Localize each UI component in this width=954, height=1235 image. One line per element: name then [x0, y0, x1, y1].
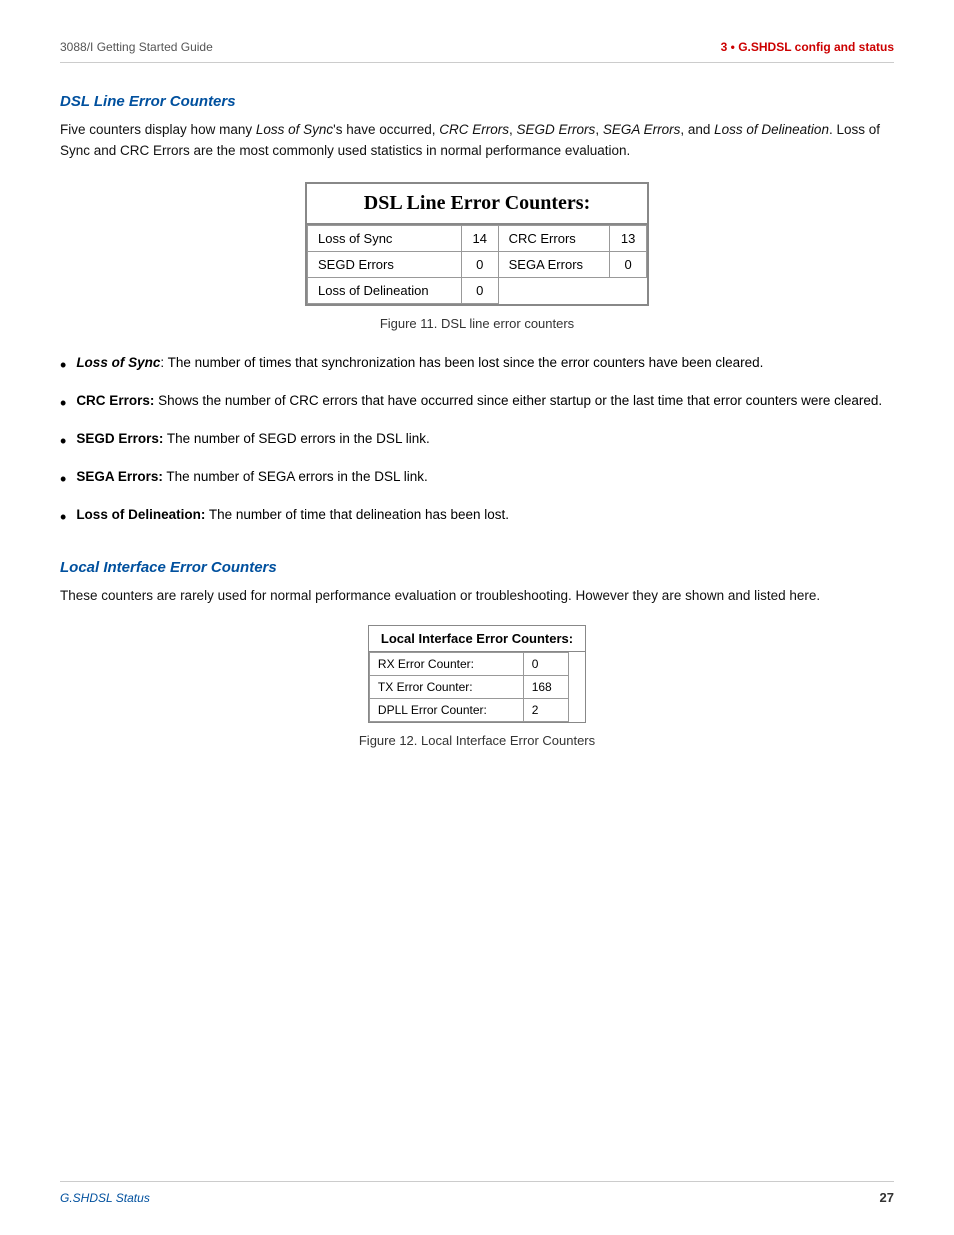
- dsl-cell-crc-errors-value: 13: [610, 225, 647, 251]
- local-cell-rx-label: RX Error Counter:: [369, 652, 523, 675]
- dsl-cell-segd-errors-value: 0: [461, 251, 498, 277]
- dsl-section-heading: DSL Line Error Counters: [60, 93, 894, 110]
- table-row: SEGD Errors 0 SEGA Errors 0: [308, 251, 647, 277]
- dsl-cell-sega-errors-value: 0: [610, 251, 647, 277]
- local-cell-tx-value: 168: [523, 675, 568, 698]
- dsl-bullet-list: Loss of Sync: The number of times that s…: [60, 353, 894, 531]
- dsl-cell-loss-of-sync-value: 14: [461, 225, 498, 251]
- dsl-figure-caption: Figure 11. DSL line error counters: [60, 316, 894, 331]
- dsl-error-table: Loss of Sync 14 CRC Errors 13 SEGD Error…: [307, 225, 647, 304]
- local-section: Local Interface Error Counters These cou…: [60, 559, 894, 748]
- dsl-table-title: DSL Line Error Counters:: [307, 184, 647, 225]
- local-cell-rx-value: 0: [523, 652, 568, 675]
- local-table-box: Local Interface Error Counters: RX Error…: [368, 625, 586, 723]
- list-item: Loss of Delineation: The number of time …: [60, 505, 894, 531]
- page-footer: G.SHDSL Status 27: [60, 1181, 894, 1205]
- dsl-section: DSL Line Error Counters Five counters di…: [60, 93, 894, 531]
- table-row: Loss of Delineation 0: [308, 277, 647, 303]
- dsl-cell-loss-of-sync-label: Loss of Sync: [308, 225, 462, 251]
- list-item: SEGD Errors: The number of SEGD errors i…: [60, 429, 894, 455]
- header-right: 3 • G.SHDSL config and status: [721, 40, 894, 54]
- dsl-cell-sega-errors-label: SEGA Errors: [498, 251, 610, 277]
- local-error-table: RX Error Counter: 0 TX Error Counter: 16…: [369, 652, 569, 722]
- table-row: RX Error Counter: 0: [369, 652, 568, 675]
- table-row: Loss of Sync 14 CRC Errors 13: [308, 225, 647, 251]
- dsl-cell-crc-errors-label: CRC Errors: [498, 225, 610, 251]
- dsl-intro-text: Five counters display how many Loss of S…: [60, 120, 894, 162]
- list-item: Loss of Sync: The number of times that s…: [60, 353, 894, 379]
- dsl-cell-segd-errors-label: SEGD Errors: [308, 251, 462, 277]
- bullet-term: CRC Errors:: [76, 393, 154, 408]
- bullet-term: SEGD Errors:: [76, 431, 163, 446]
- dsl-cell-loss-delineation-label: Loss of Delineation: [308, 277, 462, 303]
- dsl-table-container: DSL Line Error Counters: Loss of Sync 14…: [60, 182, 894, 306]
- bullet-term: Loss of Sync: [76, 355, 160, 370]
- local-intro-text: These counters are rarely used for norma…: [60, 586, 894, 607]
- list-item: SEGA Errors: The number of SEGA errors i…: [60, 467, 894, 493]
- dsl-cell-empty1: [498, 277, 610, 303]
- footer-left: G.SHDSL Status: [60, 1191, 150, 1205]
- dsl-table-box: DSL Line Error Counters: Loss of Sync 14…: [305, 182, 649, 306]
- local-cell-tx-label: TX Error Counter:: [369, 675, 523, 698]
- dsl-cell-empty2: [610, 277, 647, 303]
- list-item: CRC Errors: Shows the number of CRC erro…: [60, 391, 894, 417]
- local-cell-dpll-label: DPLL Error Counter:: [369, 698, 523, 721]
- local-figure-caption: Figure 12. Local Interface Error Counter…: [60, 733, 894, 748]
- dsl-cell-loss-delineation-value: 0: [461, 277, 498, 303]
- local-table-container: Local Interface Error Counters: RX Error…: [60, 625, 894, 723]
- table-row: TX Error Counter: 168: [369, 675, 568, 698]
- page-header: 3088/I Getting Started Guide 3 • G.SHDSL…: [60, 40, 894, 63]
- header-left: 3088/I Getting Started Guide: [60, 40, 213, 54]
- local-cell-dpll-value: 2: [523, 698, 568, 721]
- bullet-term: Loss of Delineation:: [76, 507, 205, 522]
- bullet-term: SEGA Errors:: [76, 469, 163, 484]
- footer-right: 27: [880, 1190, 894, 1205]
- local-table-title: Local Interface Error Counters:: [369, 626, 585, 652]
- table-row: DPLL Error Counter: 2: [369, 698, 568, 721]
- local-section-heading: Local Interface Error Counters: [60, 559, 894, 576]
